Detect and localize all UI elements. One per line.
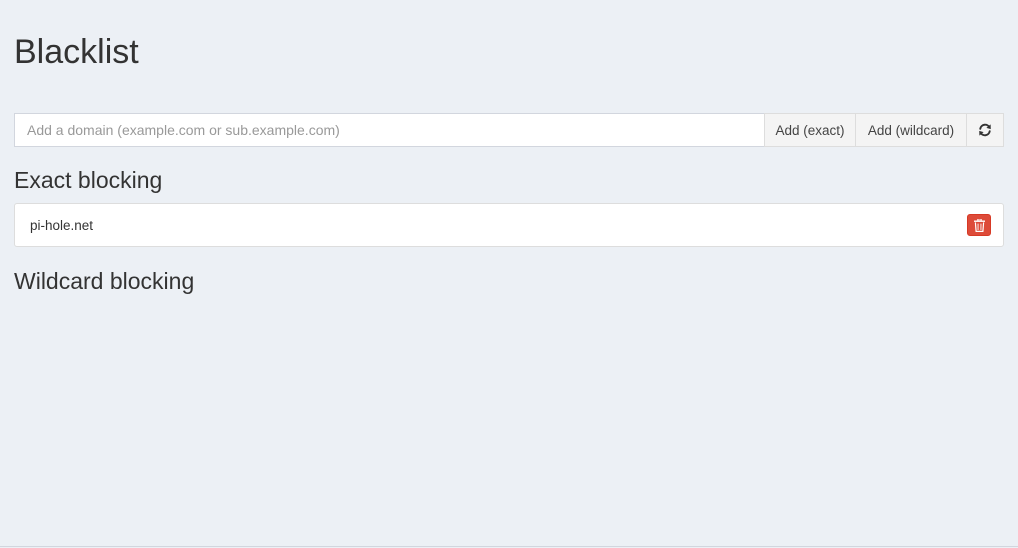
page-title: Blacklist <box>14 33 139 71</box>
add-exact-button[interactable]: Add (exact) <box>764 113 856 147</box>
footer-divider <box>0 546 1018 547</box>
exact-blocking-heading: Exact blocking <box>14 167 163 193</box>
refresh-icon <box>979 123 991 137</box>
blacklist-page: Blacklist Add (exact) Add (wildcard) Exa… <box>14 0 1004 546</box>
delete-button[interactable] <box>967 214 991 236</box>
list-item: pi-hole.net <box>14 203 1004 247</box>
exact-blocking-list: pi-hole.net <box>14 203 1004 247</box>
trash-icon <box>973 218 985 232</box>
add-wildcard-button[interactable]: Add (wildcard) <box>855 113 967 147</box>
domain-input[interactable] <box>14 113 764 147</box>
blocked-domain: pi-hole.net <box>30 217 94 233</box>
refresh-button[interactable] <box>966 113 1004 147</box>
add-domain-form: Add (exact) Add (wildcard) <box>14 113 1004 147</box>
wildcard-blocking-heading: Wildcard blocking <box>14 268 195 294</box>
